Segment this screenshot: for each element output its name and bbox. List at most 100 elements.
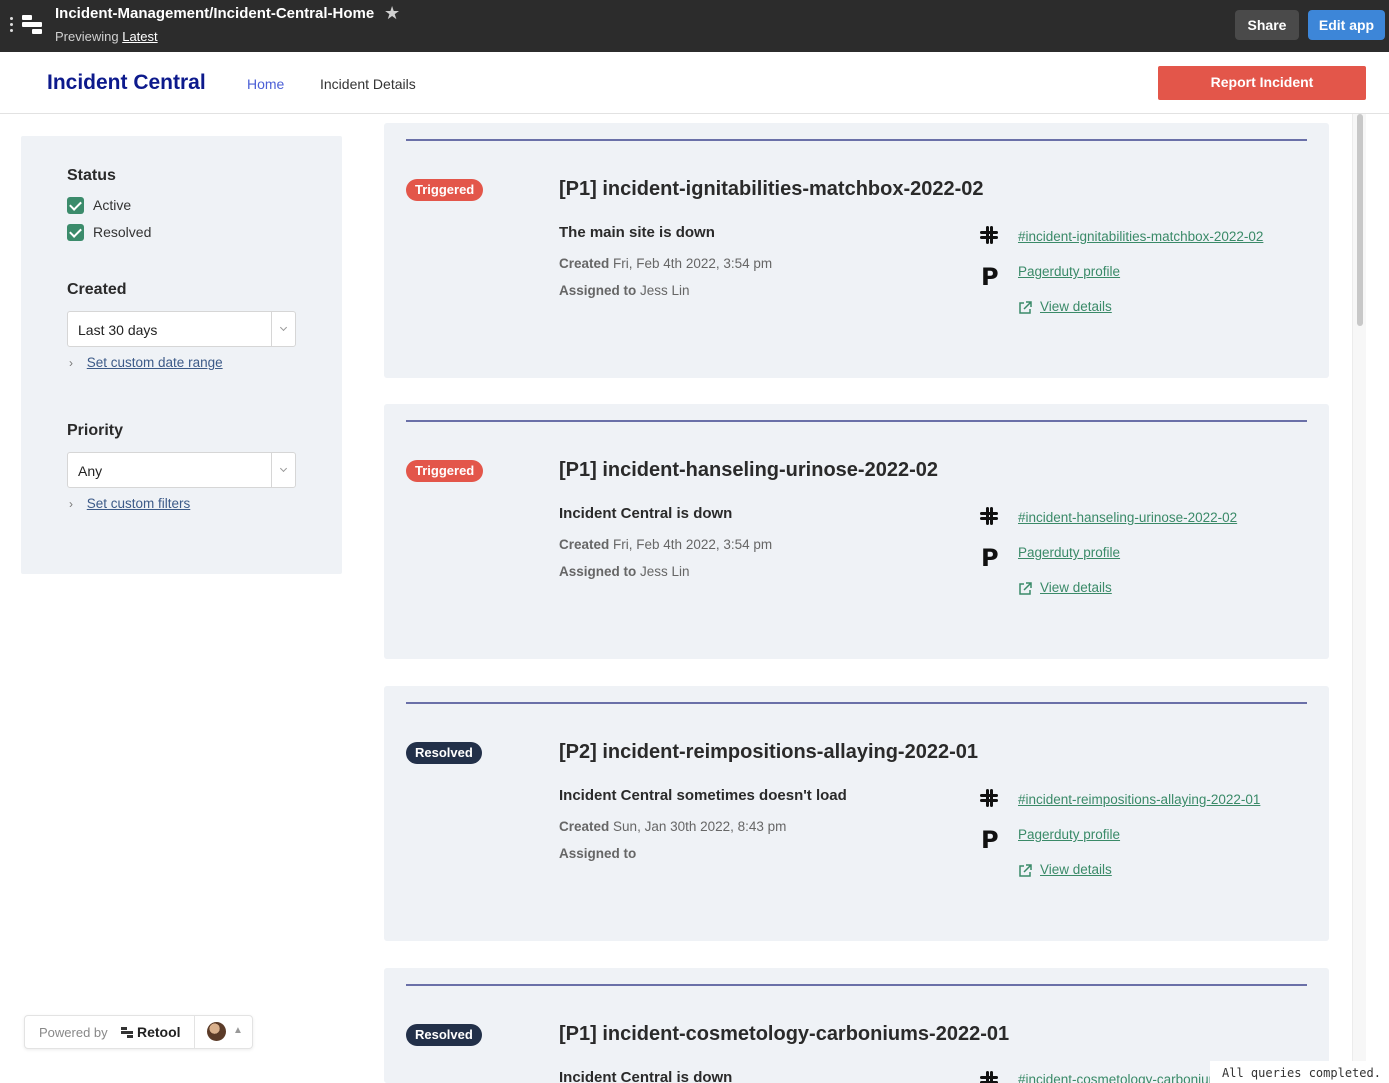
status-filter-label: Status (67, 167, 116, 184)
checkbox-label: Resolved (93, 224, 152, 240)
created-filter-label: Created (67, 281, 127, 298)
incident-summary: Incident Central sometimes doesn't load (559, 787, 847, 804)
status-badge: Resolved (406, 1024, 482, 1046)
incident-assignee: Assigned to Jess Lin (559, 283, 690, 298)
incident-title: [P2] incident-reimpositions-allaying-202… (559, 741, 978, 763)
slack-icon (980, 507, 998, 525)
created-range-select[interactable]: Last 30 days (67, 311, 296, 347)
pagerduty-icon: P (981, 544, 999, 572)
share-button[interactable]: Share (1235, 10, 1299, 40)
assignee-value: Jess Lin (640, 283, 690, 298)
page-scrollbar[interactable] (1352, 114, 1366, 1083)
chevron-right-icon: › (69, 497, 73, 511)
query-status-indicator: All queries completed. (1210, 1061, 1389, 1083)
incident-card: Triggered [P1] incident-hanseling-urinos… (384, 404, 1329, 659)
assignee-value: Jess Lin (640, 564, 690, 579)
slack-channel-link[interactable]: #incident-ignitabilities-matchbox-2022-0… (1018, 229, 1263, 244)
incident-assignee: Assigned to (559, 846, 636, 861)
slack-icon (980, 1071, 998, 1083)
status-badge: Resolved (406, 742, 482, 764)
app-header: Incident Central Home Incident Details R… (0, 52, 1389, 114)
incident-title: [P1] incident-ignitabilities-matchbox-20… (559, 178, 984, 200)
pagerduty-profile-link[interactable]: Pagerduty profile (1018, 545, 1120, 560)
card-divider (406, 420, 1307, 422)
created-label: Created (559, 819, 610, 834)
nav-incident-details[interactable]: Incident Details (320, 76, 416, 92)
powered-by-retool-badge[interactable]: Powered by Retool ▲ (24, 1015, 253, 1049)
chevron-down-icon[interactable] (271, 312, 295, 346)
brand-title: Incident Central (47, 71, 206, 94)
nav-home[interactable]: Home (247, 76, 284, 92)
incident-card: Triggered [P1] incident-ignitabilities-m… (384, 123, 1329, 378)
view-details-link[interactable]: View details (1040, 862, 1112, 877)
select-value: Last 30 days (78, 322, 158, 338)
link-text[interactable]: Set custom filters (87, 496, 191, 511)
incident-title: [P1] incident-hanseling-urinose-2022-02 (559, 459, 938, 481)
filter-panel: Status Active Resolved Created Last 30 d… (21, 136, 342, 574)
card-divider (406, 139, 1307, 141)
powered-by-label: Powered by (39, 1025, 108, 1040)
incident-summary: The main site is down (559, 224, 715, 241)
retool-name: Retool (137, 1024, 181, 1040)
incident-title: [P1] incident-cosmetology-carboniums-202… (559, 1023, 1010, 1045)
external-link-icon (1019, 301, 1032, 314)
incident-created: Created Fri, Feb 4th 2022, 3:54 pm (559, 256, 772, 271)
chevron-right-icon: › (69, 356, 73, 370)
priority-select[interactable]: Any (67, 452, 296, 488)
checkbox-checked-icon[interactable] (67, 196, 84, 214)
card-divider (406, 984, 1307, 986)
created-value: Fri, Feb 4th 2022, 3:54 pm (613, 537, 773, 552)
incident-summary: Incident Central is down (559, 505, 733, 522)
view-details-link[interactable]: View details (1040, 580, 1112, 595)
custom-date-range-link[interactable]: › Set custom date range (69, 355, 223, 370)
slack-channel-link[interactable]: #incident-reimpositions-allaying-2022-01 (1018, 792, 1260, 807)
external-link-icon (1019, 864, 1032, 877)
custom-filters-link[interactable]: › Set custom filters (69, 496, 190, 511)
report-incident-button[interactable]: Report Incident (1158, 66, 1366, 100)
pagerduty-icon: P (981, 826, 999, 854)
incident-summary: Incident Central is down (559, 1069, 733, 1083)
assigned-label: Assigned to (559, 846, 637, 861)
card-divider (406, 702, 1307, 704)
slack-channel-link[interactable]: #incident-hanseling-urinose-2022-02 (1018, 510, 1237, 525)
view-details-link[interactable]: View details (1040, 299, 1112, 314)
edit-app-button[interactable]: Edit app (1308, 10, 1385, 40)
assigned-label: Assigned to (559, 283, 637, 298)
status-badge: Triggered (406, 179, 484, 201)
pagerduty-icon: P (981, 263, 999, 291)
star-icon[interactable]: ★ (384, 3, 400, 24)
scrollbar-thumb[interactable] (1357, 114, 1363, 326)
status-active-checkbox[interactable]: Active (67, 196, 131, 214)
retool-top-bar: Incident-Management/Incident-Central-Hom… (0, 0, 1389, 52)
slack-icon (980, 789, 998, 807)
status-resolved-checkbox[interactable]: Resolved (67, 223, 151, 241)
badge-divider (194, 1016, 195, 1048)
created-value: Sun, Jan 30th 2022, 8:43 pm (613, 819, 787, 834)
checkbox-checked-icon[interactable] (67, 223, 84, 241)
incident-card: Resolved [P1] incident-cosmetology-carbo… (384, 968, 1329, 1083)
more-menu-icon[interactable] (10, 17, 14, 33)
preview-prefix: Previewing (55, 29, 119, 44)
link-text[interactable]: Set custom date range (87, 355, 223, 370)
avatar[interactable] (207, 1022, 226, 1041)
chevron-up-icon[interactable]: ▲ (233, 1025, 243, 1036)
chevron-down-icon[interactable] (271, 453, 295, 487)
pagerduty-profile-link[interactable]: Pagerduty profile (1018, 827, 1120, 842)
retool-logo-icon[interactable] (22, 14, 44, 36)
incident-assignee: Assigned to Jess Lin (559, 564, 690, 579)
retool-logo-icon (121, 1027, 133, 1039)
incident-card: Resolved [P2] incident-reimpositions-all… (384, 686, 1329, 941)
pagerduty-profile-link[interactable]: Pagerduty profile (1018, 264, 1120, 279)
status-badge: Triggered (406, 460, 484, 482)
priority-filter-label: Priority (67, 422, 124, 439)
created-label: Created (559, 537, 610, 552)
select-value: Any (78, 463, 103, 479)
slack-icon (980, 226, 998, 244)
app-path-title: Incident-Management/Incident-Central-Hom… (55, 5, 375, 22)
preview-status: Previewing Latest (55, 29, 158, 44)
external-link-icon (1019, 582, 1032, 595)
preview-version-link[interactable]: Latest (122, 29, 157, 44)
incident-created: Created Sun, Jan 30th 2022, 8:43 pm (559, 819, 786, 834)
created-label: Created (559, 256, 610, 271)
incident-created: Created Fri, Feb 4th 2022, 3:54 pm (559, 537, 772, 552)
